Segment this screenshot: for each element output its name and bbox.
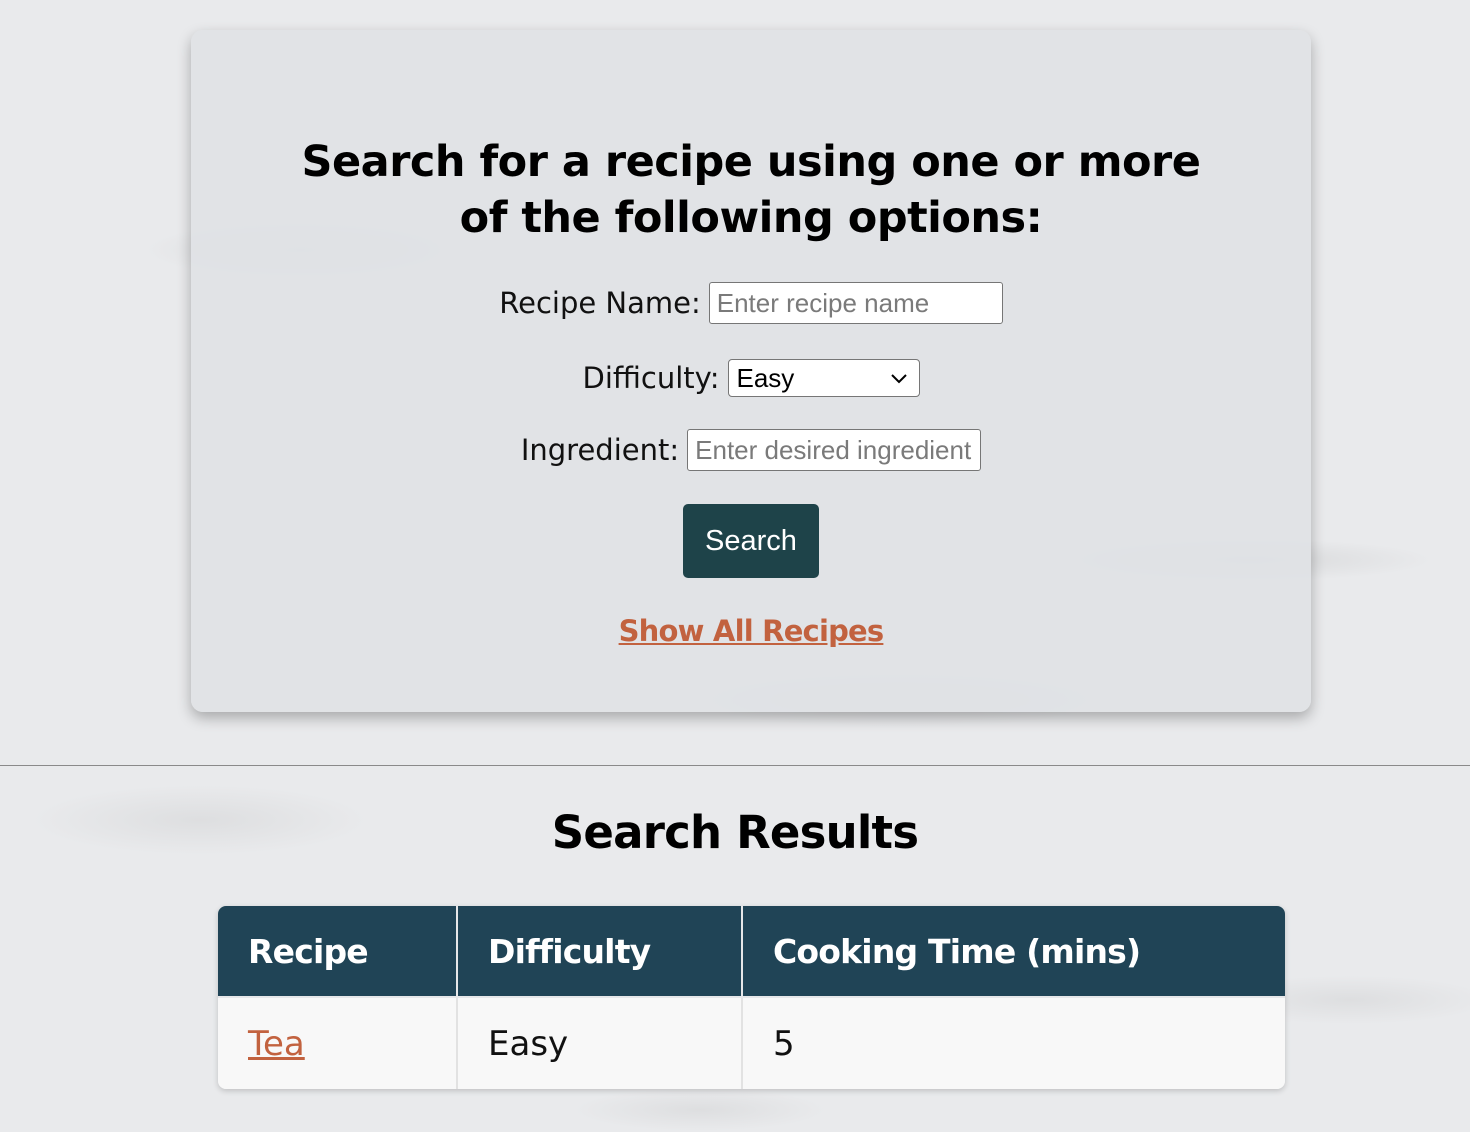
difficulty-row: Difficulty: Easy xyxy=(191,359,1311,397)
recipe-cell: Tea xyxy=(218,997,458,1089)
column-header-cooking-time: Cooking Time (mins) xyxy=(742,906,1285,998)
ingredient-label: Ingredient: xyxy=(520,433,680,467)
recipe-name-row: Recipe Name: xyxy=(191,282,1311,324)
chevron-down-icon xyxy=(890,374,907,384)
recipe-name-input[interactable] xyxy=(708,282,1003,324)
show-all-recipes-link[interactable]: Show All Recipes xyxy=(191,614,1311,648)
section-divider xyxy=(0,765,1470,766)
difficulty-select-value: Easy xyxy=(736,362,795,393)
search-card: Search for a recipe using one or more of… xyxy=(191,30,1311,712)
recipe-link[interactable]: Tea xyxy=(248,1024,305,1064)
difficulty-label: Difficulty: xyxy=(582,361,720,395)
search-form-title: Search for a recipe using one or more of… xyxy=(301,137,1201,243)
difficulty-cell: Easy xyxy=(457,997,743,1089)
recipe-name-label: Recipe Name: xyxy=(499,286,701,320)
difficulty-select[interactable]: Easy xyxy=(727,359,920,397)
column-header-difficulty: Difficulty xyxy=(457,906,743,998)
results-title: Search Results xyxy=(551,806,919,859)
search-button[interactable]: Search xyxy=(683,504,819,578)
results-table: Recipe Difficulty Cooking Time (mins) Te… xyxy=(218,906,1285,1089)
table-row: Tea Easy 5 xyxy=(218,997,1285,1089)
cooking-time-cell: 5 xyxy=(742,997,1285,1089)
table-header-row: Recipe Difficulty Cooking Time (mins) xyxy=(218,906,1285,998)
ingredient-row: Ingredient: xyxy=(191,429,1311,471)
column-header-recipe: Recipe xyxy=(218,906,458,998)
ingredient-input[interactable] xyxy=(687,429,982,471)
